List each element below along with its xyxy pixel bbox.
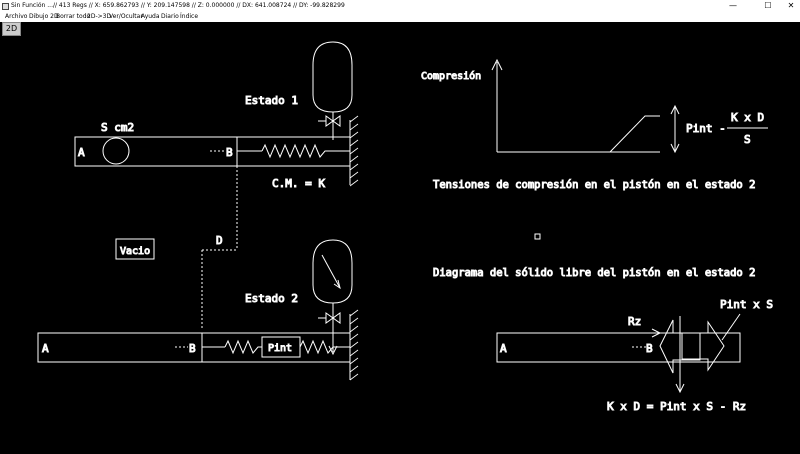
cursor-marker: [534, 233, 541, 240]
estado1-assembly: [74, 41, 359, 187]
menu-indice[interactable]: Índice: [180, 12, 198, 22]
rz-label: Rz: [628, 315, 641, 328]
compresion-label: Compresión: [421, 70, 481, 82]
drawing-canvas[interactable]: Estado 1 S cm2 A B C.M. = K Vacio D Esta…: [0, 22, 800, 450]
free-body-diagram: [496, 313, 741, 394]
estado2-assembly: [37, 239, 359, 381]
menu-archivo[interactable]: Archivo: [5, 12, 27, 22]
pint-x-s-label: Pint x S: [720, 298, 773, 311]
menu-ayuda[interactable]: Ayuda: [141, 12, 160, 22]
close-button[interactable]: ✕: [778, 0, 800, 12]
compression-graph: [491, 58, 768, 154]
estado2-label: Estado 2: [245, 292, 298, 305]
menu-dibujo-2d[interactable]: Dibujo 2D: [29, 12, 59, 22]
minimize-button[interactable]: —: [720, 0, 746, 12]
estado1-label: Estado 1: [245, 94, 298, 107]
cm-label: C.M. = K: [272, 177, 325, 190]
menu-ver-ocultar[interactable]: Ver/Ocultar: [109, 12, 143, 22]
app-icon: [2, 3, 9, 10]
tensiones-title: Tensiones de compresión en el pistón en …: [433, 179, 755, 191]
a-right-label: A: [500, 342, 507, 355]
b-bottom-label: B: [189, 342, 196, 355]
vacio-label: Vacio: [120, 246, 150, 257]
menu-2d-3d[interactable]: 2D->3D: [87, 12, 111, 22]
area-label: S cm2: [101, 121, 134, 134]
a-top-label: A: [78, 146, 85, 159]
formula-numerator: K x D: [731, 111, 764, 124]
mode-badge[interactable]: 2D: [2, 22, 21, 36]
formula-left: Pint -: [686, 122, 726, 135]
menu-borrar-todo[interactable]: Borrar todo: [56, 12, 90, 22]
a-bottom-label: A: [42, 342, 49, 355]
formula-denominator: S: [744, 133, 751, 146]
b-top-label: B: [226, 146, 233, 159]
title-bar: Sin Función ...// 413 Regs // X: 659.862…: [0, 0, 800, 12]
diagrama-title: Diagrama del sólido libre del pistón en …: [433, 267, 755, 279]
menu-diario[interactable]: Diario: [161, 12, 179, 22]
equation-label: K x D = Pint x S - Rz: [607, 400, 746, 413]
window-title: Sin Función ...// 413 Regs // X: 659.862…: [11, 2, 345, 9]
pint-label: Pint: [268, 343, 292, 354]
b-right-label: B: [646, 342, 653, 355]
d-label: D: [216, 234, 223, 247]
